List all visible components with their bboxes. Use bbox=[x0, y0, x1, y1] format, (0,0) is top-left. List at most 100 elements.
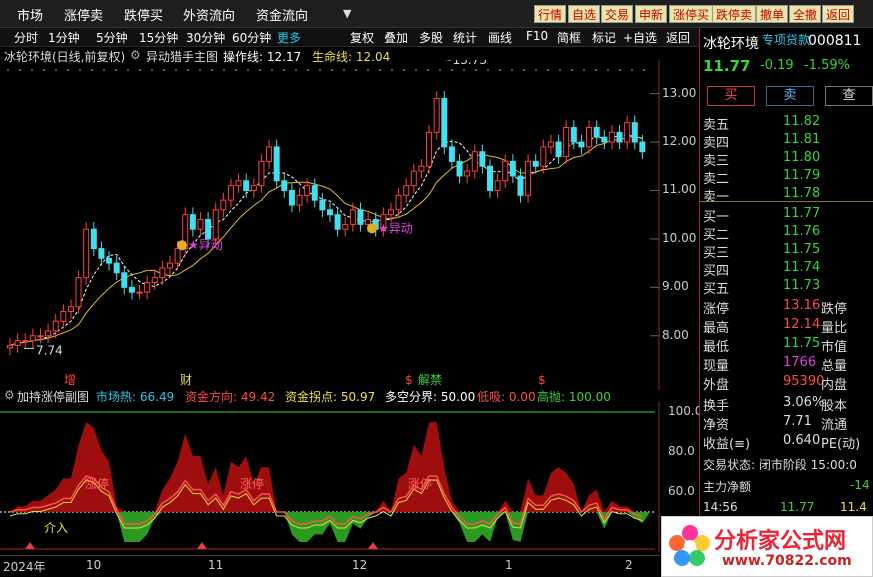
row-label: 收益(≡) bbox=[703, 437, 751, 452]
stat2-row[interactable]: 净资 7.71 流通 bbox=[703, 414, 873, 433]
candle-body bbox=[502, 160, 509, 182]
stat-row[interactable]: 涨停 13.16 跌停 bbox=[703, 298, 873, 317]
candle-body bbox=[45, 330, 52, 337]
stock-tag[interactable]: 专项贷款 bbox=[762, 31, 810, 48]
tool-mark[interactable]: 标记 bbox=[592, 29, 616, 46]
money-bag-icon bbox=[177, 240, 187, 251]
grid-dot bbox=[115, 69, 117, 71]
bid-row[interactable]: 买三 11.75 bbox=[703, 242, 873, 261]
money-bag-icon bbox=[367, 223, 377, 234]
tool-f10[interactable]: F10 bbox=[526, 29, 548, 43]
tool-simple-frame[interactable]: 简框 bbox=[557, 29, 581, 46]
tool-back[interactable]: 返回 bbox=[666, 29, 690, 46]
stat-row[interactable]: 最高 12.14 量比 bbox=[703, 317, 873, 336]
stat2-row[interactable]: 收益(≡) 0.640 PE(动) bbox=[703, 433, 873, 452]
quick-limit-buy-button[interactable]: 涨停买 bbox=[669, 5, 714, 23]
tool-stats[interactable]: 统计 bbox=[453, 29, 477, 46]
row-label: 外盘 bbox=[703, 378, 730, 393]
row-value: 11.75 bbox=[783, 336, 821, 351]
grid-dot bbox=[175, 69, 177, 71]
candle-body bbox=[159, 267, 166, 279]
candle-body bbox=[342, 223, 349, 230]
op-line bbox=[9, 134, 643, 346]
grid-dot bbox=[91, 69, 93, 71]
candle-body bbox=[441, 97, 448, 148]
menu-dropdown-icon[interactable]: ▼ bbox=[343, 7, 351, 20]
quick-back-button[interactable]: 返回 bbox=[822, 5, 855, 23]
stat-row[interactable]: 最低 11.75 市值 bbox=[703, 336, 873, 355]
query-button[interactable]: 查 bbox=[825, 86, 873, 106]
entry-label: 介入 bbox=[44, 521, 68, 535]
tool-draw[interactable]: 画线 bbox=[488, 29, 512, 46]
candle-body bbox=[570, 127, 577, 143]
event-mark[interactable]: $ bbox=[538, 373, 546, 387]
quick-cancel-button[interactable]: 撤单 bbox=[756, 5, 789, 23]
ask-row[interactable]: 卖三 11.80 bbox=[703, 150, 873, 169]
bid-row[interactable]: 买五 11.73 bbox=[703, 278, 873, 297]
menu-market[interactable]: 市场 bbox=[17, 5, 43, 24]
stat2-row[interactable]: 换手 3.06% 股本 bbox=[703, 395, 873, 414]
event-mark[interactable]: 解禁 bbox=[418, 373, 442, 387]
quick-watchlist-button[interactable]: 自选 bbox=[568, 5, 601, 23]
candle-body bbox=[319, 199, 326, 211]
stat-row[interactable]: 现量 1766 总量 bbox=[703, 355, 873, 374]
tool-add-watch[interactable]: +自选 bbox=[623, 29, 657, 46]
period-5min[interactable]: 5分钟 bbox=[96, 29, 128, 46]
grid-dot bbox=[31, 69, 33, 71]
tool-multi-stock[interactable]: 多股 bbox=[419, 29, 443, 46]
quick-limit-sell-button[interactable]: 跌停卖 bbox=[712, 5, 757, 23]
row-label: 买二 bbox=[703, 228, 730, 243]
stat-row[interactable]: 外盘 95390 内盘 bbox=[703, 374, 873, 393]
period-1min[interactable]: 1分钟 bbox=[48, 29, 80, 46]
quick-trade-button[interactable]: 交易 bbox=[601, 5, 634, 23]
bid-row[interactable]: 买二 11.76 bbox=[703, 224, 873, 243]
bid-row[interactable]: 买一 11.77 bbox=[703, 206, 873, 225]
sell-button[interactable]: 卖 bbox=[766, 86, 814, 106]
ask-row[interactable]: 卖四 11.81 bbox=[703, 132, 873, 151]
period-15min[interactable]: 15分钟 bbox=[139, 29, 178, 46]
event-mark[interactable]: $ bbox=[405, 373, 413, 387]
ask-row[interactable]: 卖五 11.82 bbox=[703, 114, 873, 133]
candle-body bbox=[273, 146, 280, 182]
row-label: 卖五 bbox=[703, 118, 730, 133]
candlestick-chart[interactable]: 13.73 7.74 ★异动 ★异动增 财 $ $ 解禁 bbox=[0, 60, 660, 390]
tick-time: 14:56 bbox=[703, 500, 738, 514]
grid-dot bbox=[487, 69, 489, 71]
grid-dot bbox=[391, 69, 393, 71]
period-timeshare[interactable]: 分时 bbox=[14, 29, 38, 46]
candle-body bbox=[608, 131, 615, 143]
candle-body bbox=[639, 141, 646, 153]
tool-overlay[interactable]: 叠加 bbox=[384, 29, 408, 46]
period-more[interactable]: 更多 bbox=[277, 29, 301, 46]
candle-body bbox=[410, 170, 417, 187]
row-label: 卖四 bbox=[703, 136, 730, 151]
event-mark[interactable]: 增 bbox=[64, 373, 76, 387]
candle-body bbox=[403, 185, 410, 196]
menu-foreign-flow[interactable]: 外资流向 bbox=[183, 5, 235, 24]
period-30min[interactable]: 30分钟 bbox=[186, 29, 225, 46]
menu-limit-down-buy[interactable]: 跌停买 bbox=[124, 5, 163, 24]
menu-limit-up-sell[interactable]: 涨停卖 bbox=[64, 5, 103, 24]
event-mark[interactable]: 财 bbox=[180, 373, 192, 387]
net-flow-value: -14 bbox=[850, 478, 870, 492]
period-60min[interactable]: 60分钟 bbox=[232, 29, 271, 46]
quick-subscribe-button[interactable]: 申新 bbox=[635, 5, 668, 23]
quick-quote-button[interactable]: 行情 bbox=[534, 5, 567, 23]
limit-up-label: 涨停 bbox=[85, 476, 109, 491]
candle-body bbox=[37, 335, 44, 338]
buy-button[interactable]: 买 bbox=[707, 86, 755, 106]
quick-cancel-all-button[interactable]: 全撤 bbox=[789, 5, 822, 23]
row-value: 13.16 bbox=[783, 298, 821, 313]
row-value: 95390 bbox=[783, 374, 825, 389]
alert-triangle-icon bbox=[25, 542, 35, 549]
bid-row[interactable]: 买四 11.74 bbox=[703, 260, 873, 279]
sub-settings-icon[interactable]: ⚙ bbox=[4, 388, 15, 402]
menu-fund-flow[interactable]: 资金流向 bbox=[256, 5, 308, 24]
ask-row[interactable]: 卖二 11.79 bbox=[703, 168, 873, 187]
grid-dot bbox=[571, 69, 573, 71]
row-label: 买五 bbox=[703, 282, 730, 297]
grid-dot bbox=[271, 69, 273, 71]
tool-adjust[interactable]: 复权 bbox=[350, 29, 374, 46]
sub-indicator-chart[interactable]: 介入 涨停 涨停 涨停 bbox=[0, 402, 660, 552]
candle-body bbox=[22, 340, 29, 343]
